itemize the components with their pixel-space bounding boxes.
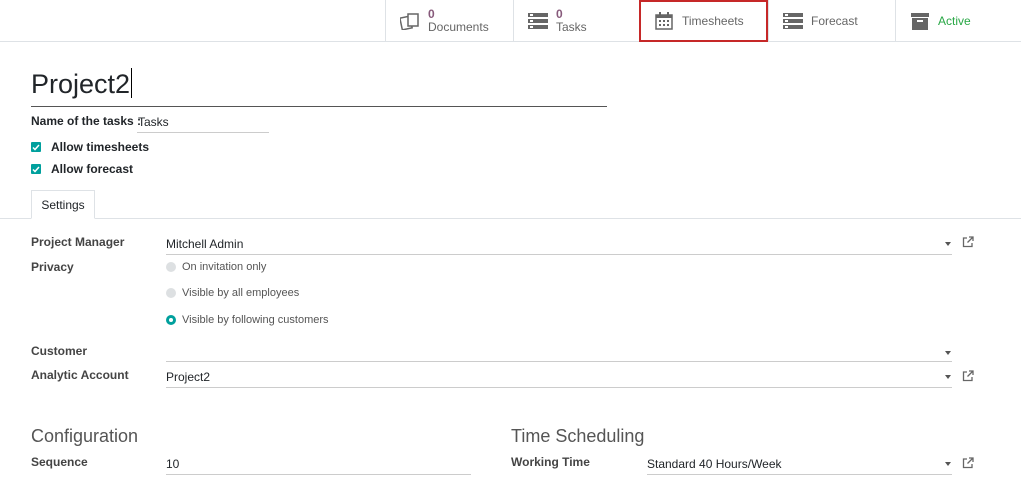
allow-forecast-row: Allow forecast (31, 162, 133, 176)
check-icon (32, 144, 40, 151)
allow-forecast-checkbox[interactable] (31, 164, 41, 174)
allow-timesheets-row: Allow timesheets (31, 140, 149, 154)
allow-timesheets-checkbox[interactable] (31, 142, 41, 152)
smart-button-bar: 0 Documents 0 Tasks Timesheets Forecast … (0, 0, 1021, 42)
chevron-down-icon[interactable] (945, 242, 951, 246)
project-manager-label: Project Manager (31, 235, 125, 249)
chevron-down-icon[interactable] (945, 375, 951, 379)
project-name-field[interactable]: Project2 (31, 64, 607, 107)
timesheets-label: Timesheets (682, 14, 744, 28)
privacy-option-label: Visible by all employees (182, 287, 300, 299)
external-link-icon[interactable] (962, 236, 974, 248)
documents-icon (400, 11, 420, 31)
archive-icon (910, 11, 930, 31)
privacy-option-invitation[interactable]: On invitation only (166, 261, 266, 273)
forecast-button[interactable]: Forecast (768, 0, 895, 42)
tabs-divider (0, 218, 1021, 219)
radio-button[interactable] (166, 288, 176, 298)
chevron-down-icon[interactable] (945, 351, 951, 355)
active-label: Active (938, 14, 971, 28)
tasks-name-input[interactable]: Tasks (137, 114, 269, 133)
tasks-icon (528, 11, 548, 31)
time-scheduling-heading: Time Scheduling (511, 426, 645, 446)
privacy-option-customers[interactable]: Visible by following customers (166, 314, 329, 326)
active-toggle-button[interactable]: Active (895, 0, 1021, 42)
tasks-name-row: Name of the tasks : Tasks (31, 114, 269, 133)
analytic-account-select[interactable]: Project2 (166, 370, 952, 388)
timesheets-button[interactable]: Timesheets (639, 0, 768, 42)
customer-select[interactable] (166, 346, 952, 362)
external-link-icon[interactable] (962, 457, 974, 469)
external-link-icon[interactable] (962, 370, 974, 382)
forecast-label: Forecast (811, 14, 858, 28)
analytic-account-label: Analytic Account (31, 368, 129, 382)
privacy-option-label: Visible by following customers (182, 314, 329, 326)
tasks-button[interactable]: 0 Tasks (513, 0, 639, 42)
calendar-icon (654, 11, 674, 31)
tab-settings[interactable]: Settings (31, 190, 95, 219)
project-manager-select[interactable]: Mitchell Admin (166, 237, 952, 255)
configuration-heading: Configuration (31, 426, 139, 446)
tasks-name-label: Name of the tasks : (31, 114, 142, 128)
working-time-label: Working Time (511, 455, 590, 469)
allow-timesheets-label: Allow timesheets (51, 140, 150, 154)
documents-label: Documents (428, 20, 489, 34)
text-cursor (131, 68, 133, 98)
tasks-label: Tasks (556, 20, 587, 34)
check-icon (32, 166, 40, 173)
allow-forecast-label: Allow forecast (51, 162, 134, 176)
customer-label: Customer (31, 344, 88, 358)
privacy-option-label: On invitation only (182, 261, 267, 273)
radio-button-selected[interactable] (166, 315, 176, 325)
forecast-icon (783, 11, 803, 31)
sequence-label: Sequence (31, 455, 88, 469)
documents-button[interactable]: 0 Documents (385, 0, 513, 42)
page-title: Project2 (31, 69, 131, 99)
chevron-down-icon[interactable] (945, 462, 951, 466)
sequence-input[interactable]: 10 (166, 457, 471, 475)
working-time-select[interactable]: Standard 40 Hours/Week (647, 457, 952, 475)
privacy-option-employees[interactable]: Visible by all employees (166, 287, 299, 299)
privacy-label: Privacy (31, 260, 74, 274)
radio-button[interactable] (166, 262, 176, 272)
